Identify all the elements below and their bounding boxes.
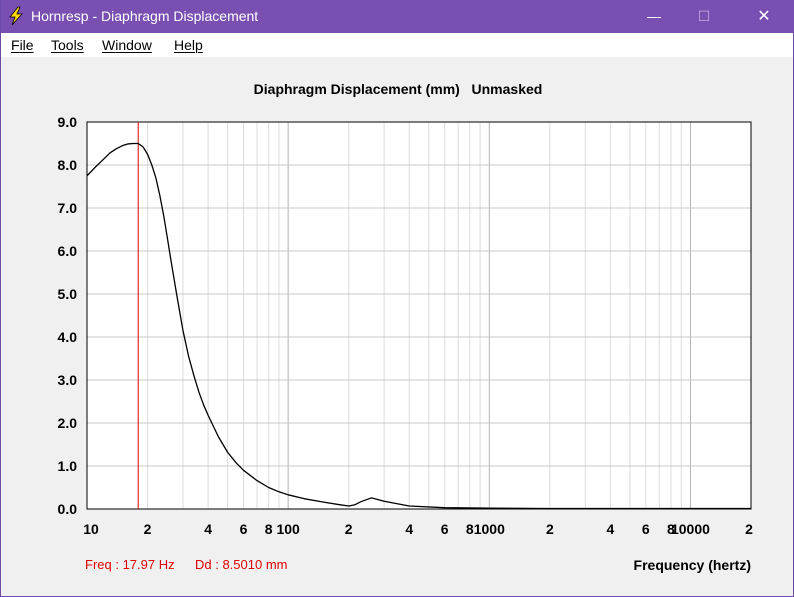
- menu-tools-accel: T: [51, 37, 58, 53]
- x-tick-label: 100: [276, 521, 300, 537]
- plot-background: [87, 122, 751, 509]
- lightning-bolt-icon: [9, 6, 23, 26]
- x-tick-label: 2: [546, 521, 554, 537]
- menu-file[interactable]: File: [11, 37, 34, 53]
- x-axis-label: Frequency (hertz): [633, 557, 751, 573]
- y-tick-label: 5.0: [58, 286, 78, 302]
- x-tick-label: 6: [240, 521, 248, 537]
- x-tick-label: 8: [265, 521, 273, 537]
- close-button[interactable]: ✕: [741, 0, 787, 33]
- x-tick-label: 4: [405, 521, 413, 537]
- x-tick-label: 4: [607, 521, 615, 537]
- y-tick-label: 9.0: [58, 114, 78, 130]
- menu-window-label: indow: [115, 37, 152, 53]
- menu-file-label: ile: [19, 37, 34, 53]
- maximize-button[interactable]: ☐: [681, 0, 727, 33]
- y-tick-label: 6.0: [58, 243, 78, 259]
- x-tick-label: 2: [745, 521, 753, 537]
- menu-help-accel: H: [174, 37, 185, 53]
- y-tick-label: 3.0: [58, 372, 78, 388]
- app-window: Hornresp - Diaphragm Displacement — ☐ ✕ …: [0, 0, 794, 597]
- menu-tools-label: ools: [58, 37, 84, 53]
- title-bar[interactable]: Hornresp - Diaphragm Displacement — ☐ ✕: [1, 0, 794, 33]
- x-tick-label: 2: [345, 521, 353, 537]
- minimize-button[interactable]: —: [631, 0, 677, 33]
- menu-help[interactable]: Help: [174, 37, 203, 53]
- window-title: Hornresp - Diaphragm Displacement: [31, 8, 259, 24]
- x-tick-label: 6: [642, 521, 650, 537]
- y-tick-label: 4.0: [58, 329, 78, 345]
- y-tick-label: 8.0: [58, 157, 78, 173]
- displacement-readout: Dd : 8.5010 mm: [195, 557, 288, 572]
- menu-bar: File Tools Window Help: [1, 33, 793, 57]
- menu-window[interactable]: Window: [102, 37, 152, 53]
- x-tick-label: 8: [466, 521, 474, 537]
- y-tick-label: 7.0: [58, 200, 78, 216]
- menu-file-accel: F: [11, 37, 20, 53]
- frequency-readout: Freq : 17.97 Hz: [85, 557, 175, 572]
- x-tick-label: 2: [144, 521, 152, 537]
- x-tick-label: 10: [83, 521, 99, 537]
- menu-window-accel: W: [102, 37, 116, 53]
- x-tick-label: 6: [441, 521, 449, 537]
- y-tick-label: 1.0: [58, 458, 78, 474]
- x-tick-label: 4: [204, 521, 212, 537]
- displacement-chart[interactable]: 0.01.02.03.04.05.06.07.08.09.010 2 4 6 8 100 2…: [1, 57, 793, 547]
- x-tick-label: 10000: [671, 521, 710, 537]
- menu-help-label: elp: [184, 37, 203, 53]
- x-tick-label: 1000: [474, 521, 505, 537]
- menu-tools[interactable]: Tools: [51, 37, 84, 53]
- chart-area[interactable]: Diaphragm Displacement (mm) Unmasked 0.0…: [1, 57, 793, 596]
- y-tick-label: 0.0: [58, 501, 78, 517]
- y-tick-label: 2.0: [58, 415, 78, 431]
